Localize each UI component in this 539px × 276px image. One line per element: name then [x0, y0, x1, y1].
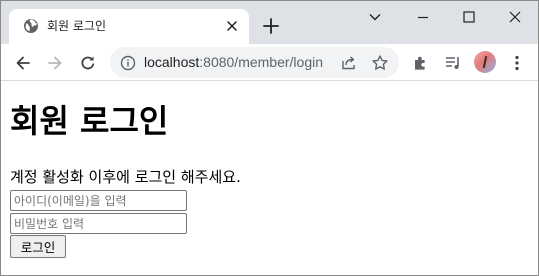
site-info-icon[interactable]	[120, 55, 136, 71]
url-text: localhost:8080/member/login	[144, 54, 323, 71]
bookmark-star-icon[interactable]	[371, 54, 389, 72]
extensions-puzzle-icon[interactable]	[409, 51, 433, 75]
tab-search-chevron-icon[interactable]	[352, 1, 398, 33]
tab-strip: 회원 로그인	[1, 1, 538, 44]
reload-icon[interactable]	[76, 51, 100, 75]
address-bar[interactable]: localhost:8080/member/login	[110, 47, 399, 78]
back-arrow-icon[interactable]	[11, 51, 35, 75]
menu-kebab-icon[interactable]	[505, 51, 529, 75]
email-field[interactable]	[10, 190, 187, 211]
url-host: localhost	[144, 54, 200, 70]
close-window-icon[interactable]	[492, 1, 538, 33]
tab-member-login[interactable]: 회원 로그인	[9, 9, 249, 44]
password-field[interactable]	[10, 213, 187, 234]
browser-window: 회원 로그인 localhost:8080/member/login 회원 로그…	[0, 0, 539, 276]
maximize-window-icon[interactable]	[446, 1, 492, 33]
login-button[interactable]: 로그인	[10, 235, 66, 258]
globe-icon	[23, 18, 39, 34]
profile-avatar[interactable]	[474, 51, 496, 73]
page-content: 회원 로그인 계정 활성화 이후에 로그인 해주세요. 로그인	[1, 82, 538, 275]
new-tab-button[interactable]	[260, 15, 282, 37]
minimize-window-icon[interactable]	[400, 1, 446, 33]
share-icon[interactable]	[340, 54, 358, 72]
tab-close-icon[interactable]	[223, 17, 241, 35]
url-path: :8080/member/login	[199, 54, 324, 70]
activation-notice: 계정 활성화 이후에 로그인 해주세요.	[10, 168, 241, 186]
tab-title: 회원 로그인	[47, 19, 107, 33]
forward-arrow-icon[interactable]	[43, 51, 67, 75]
media-playlist-icon[interactable]	[441, 51, 465, 75]
page-title: 회원 로그인	[10, 102, 169, 140]
browser-toolbar: localhost:8080/member/login	[1, 44, 538, 81]
